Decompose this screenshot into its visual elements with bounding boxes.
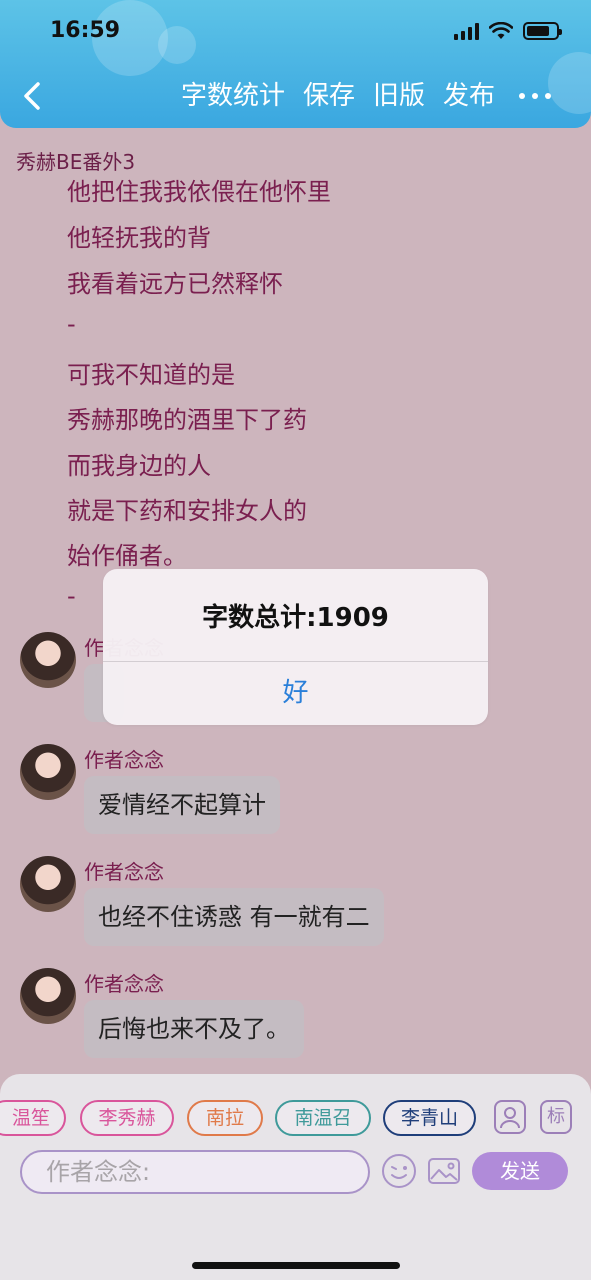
label-button[interactable]: 标: [540, 1100, 572, 1134]
image-icon: [428, 1158, 460, 1184]
content-line: 秀赫那晚的酒里下了药: [67, 406, 307, 434]
chat-message: 作者念念 后悔也来不及了。: [0, 968, 591, 1080]
character-chip[interactable]: 温笙: [0, 1100, 66, 1136]
content-line: 始作俑者。: [67, 542, 187, 570]
avatar[interactable]: [20, 744, 76, 800]
dot: [519, 93, 525, 99]
avatar[interactable]: [20, 968, 76, 1024]
decor-bubble: [158, 26, 196, 64]
document-title: 秀赫BE番外3: [16, 150, 136, 174]
message-input[interactable]: [20, 1150, 370, 1194]
message-bubble[interactable]: 也经不住诱惑 有一就有二: [84, 888, 384, 946]
image-button[interactable]: [425, 1152, 463, 1190]
cellular-signal-icon: [454, 22, 479, 40]
chat-message: 作者念念 爱情经不起算计: [0, 744, 591, 856]
dot: [532, 93, 538, 99]
header-actions: 字数统计 保存 旧版 发布: [181, 76, 495, 116]
character-picker-button[interactable]: [494, 1100, 526, 1134]
save-button[interactable]: 保存: [303, 76, 355, 116]
content-line: 就是下药和安排女人的: [67, 497, 307, 525]
content-line: 可我不知道的是: [67, 361, 235, 389]
dot: [545, 93, 551, 99]
decor-bubble: [548, 52, 591, 114]
wifi-icon: [489, 22, 513, 39]
character-chip[interactable]: 李青山: [383, 1100, 476, 1136]
message-author: 作者念念: [84, 972, 164, 996]
message-author: 作者念念: [84, 860, 164, 884]
old-version-button[interactable]: 旧版: [373, 76, 425, 116]
compose-toolbar: 温笙 李秀赫 南拉 南温召 李青山 标 发送: [0, 1074, 591, 1280]
content-line: -: [67, 310, 76, 338]
word-count-button[interactable]: 字数统计: [181, 76, 285, 116]
avatar[interactable]: [20, 632, 76, 688]
character-chip[interactable]: 李秀赫: [80, 1100, 174, 1136]
content-line: 我看着远方已然释怀: [67, 270, 283, 298]
character-chip[interactable]: 南拉: [187, 1100, 263, 1136]
content-line: 他把住我我依偎在他怀里: [67, 178, 331, 206]
status-time: 16:59: [50, 18, 121, 43]
battery-icon: [523, 22, 562, 40]
message-bubble[interactable]: 爱情经不起算计: [84, 776, 280, 834]
top-bar: 16:59 字数统计 保存 旧版 发布: [0, 0, 591, 128]
chevron-left-icon: [24, 82, 40, 110]
chat-message: 作者念念 也经不住诱惑 有一就有二: [0, 856, 591, 968]
send-button[interactable]: 发送: [472, 1152, 568, 1190]
emoji-button[interactable]: [380, 1152, 418, 1190]
content-line: -: [67, 582, 76, 610]
status-icons: [454, 22, 562, 40]
word-count-alert: 字数总计:1909 好: [103, 569, 488, 725]
more-menu-button[interactable]: [519, 80, 551, 112]
person-icon: [500, 1107, 520, 1129]
back-button[interactable]: [18, 76, 48, 116]
content-line: 而我身边的人: [67, 452, 211, 480]
character-chip[interactable]: 南温召: [275, 1100, 371, 1136]
publish-button[interactable]: 发布: [443, 76, 495, 116]
alert-ok-button[interactable]: 好: [103, 662, 488, 725]
document-content: 他把住我我依偎在他怀里 他轻抚我的背 我看着远方已然释怀 - 可我不知道的是 秀…: [0, 176, 591, 616]
message-author: 作者念念: [84, 748, 164, 772]
alert-title: 字数总计:1909: [202, 603, 389, 633]
home-indicator[interactable]: [192, 1262, 400, 1269]
content-line: 他轻抚我的背: [67, 224, 211, 252]
message-bubble[interactable]: 后悔也来不及了。: [84, 1000, 304, 1058]
avatar[interactable]: [20, 856, 76, 912]
smiley-icon: [382, 1154, 416, 1188]
